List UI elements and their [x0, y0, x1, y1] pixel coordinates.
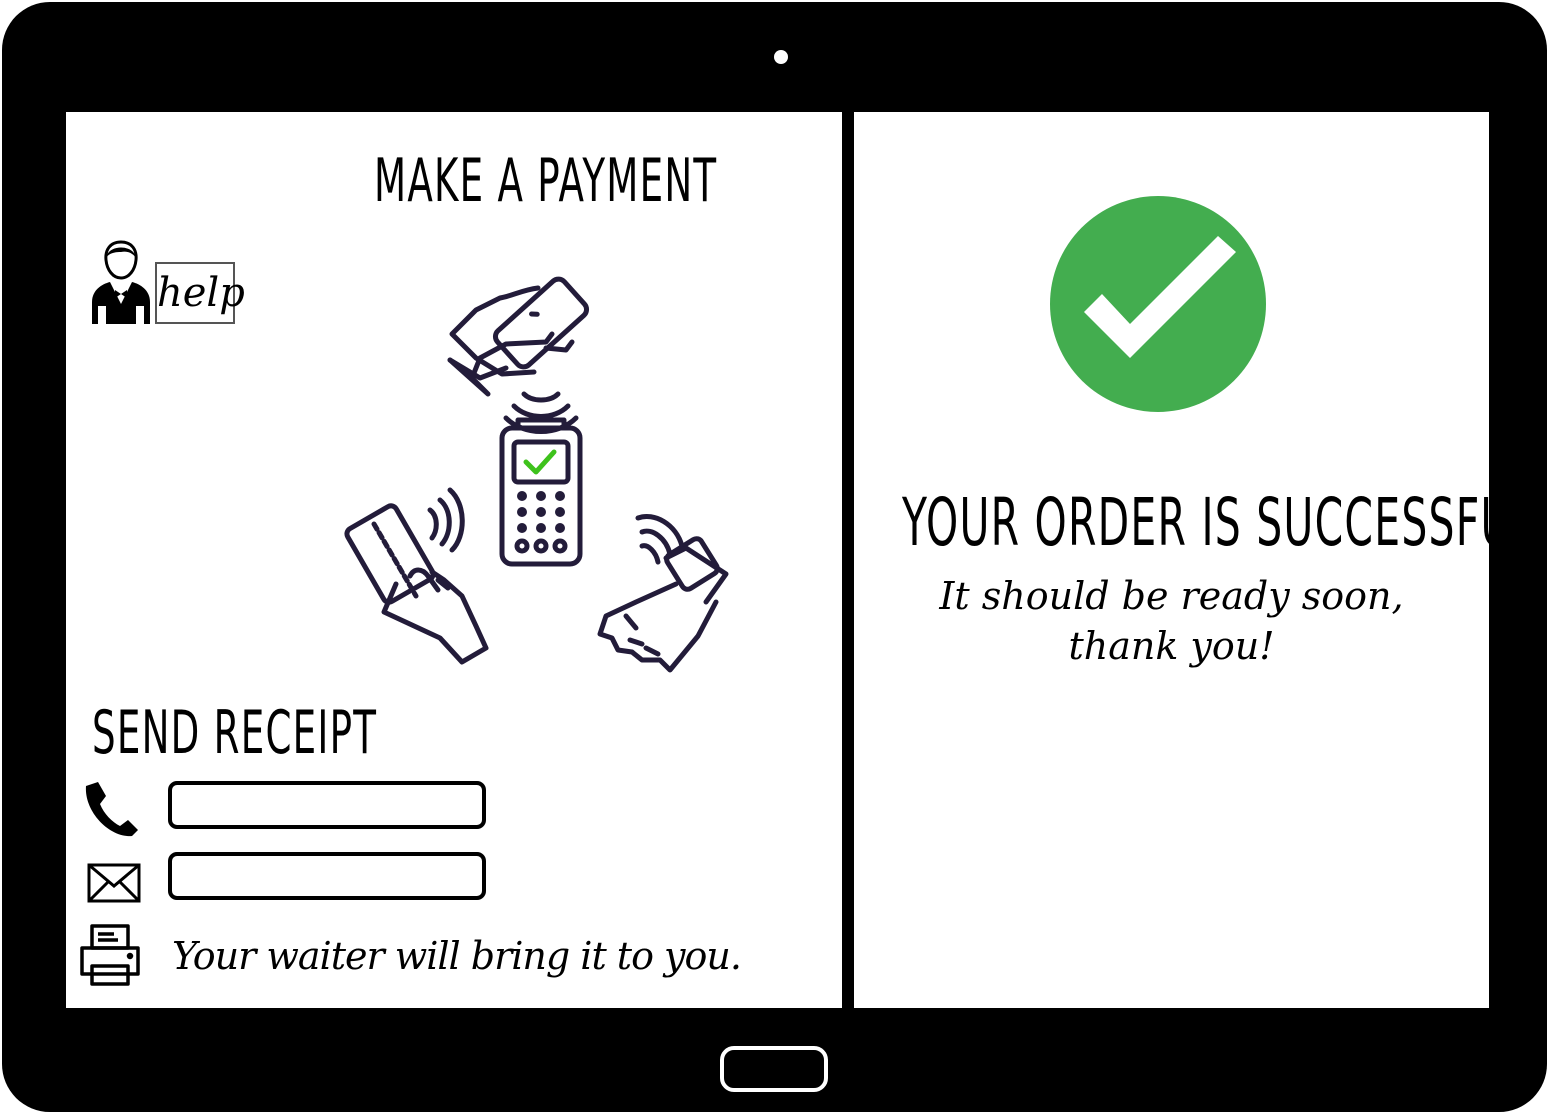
payment-screen: MAKE A PAYMENT help SEND RECEIPT Your wa… [66, 112, 842, 1008]
confirmation-screen: YOUR ORDER IS SUCCESSFUL It should be re… [854, 112, 1535, 1008]
waiter-icon [92, 240, 150, 324]
smartwatch-pay-icon [597, 514, 729, 673]
phone-field[interactable] [168, 781, 486, 829]
checkmark-circle-icon [1050, 196, 1266, 412]
contactless-card-icon [344, 487, 489, 665]
camera-icon [774, 50, 788, 64]
phone-pay-icon [447, 276, 590, 397]
success-title: YOUR ORDER IS SUCCESSFUL [902, 484, 1536, 561]
phone-icon [85, 782, 138, 837]
email-field[interactable] [168, 852, 486, 900]
help-button[interactable]: help [155, 262, 245, 324]
success-message-line1: It should be ready soon, [939, 574, 1404, 618]
mail-icon [87, 863, 141, 903]
home-button[interactable] [720, 1046, 828, 1092]
printer-icon[interactable] [78, 922, 142, 988]
payment-title: MAKE A PAYMENT [374, 146, 718, 216]
payment-methods-illustration [344, 276, 729, 673]
success-message-line2: thank you! [1068, 624, 1275, 668]
receipt-title: SEND RECEIPT [92, 698, 378, 768]
receipt-print-note: Your waiter will bring it to you. [172, 934, 742, 978]
card-terminal-icon [499, 417, 583, 567]
